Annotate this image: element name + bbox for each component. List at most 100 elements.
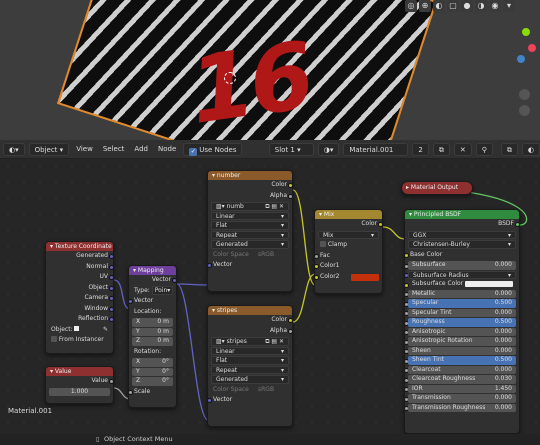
rotation-z-field[interactable]: Z 0° <box>132 377 173 386</box>
clamp-checkbox[interactable]: Clamp <box>315 240 382 251</box>
menu-node[interactable]: Node <box>155 145 179 153</box>
node-principled-bsdf[interactable]: ▾ Principled BSDF BSDF GGX ▾ Christensen-… <box>404 209 520 434</box>
node-editor-canvas[interactable]: ▾ Texture Coordinate Generated Normal UV… <box>0 159 540 434</box>
3d-viewport[interactable]: 16 ◎ ⊕ ◐ ▢ ● ◑ ◉ ▾ <box>0 0 540 140</box>
checkbox-icon[interactable] <box>51 336 57 342</box>
extension-dropdown[interactable]: Repeat ▾ <box>211 365 289 374</box>
socket-icon[interactable] <box>109 264 113 270</box>
shading-options-icon[interactable]: ▾ <box>503 0 515 12</box>
location-z-field[interactable]: Z 0 m <box>132 337 173 346</box>
bsdf-field[interactable]: Specular Tint 0.000 <box>408 308 516 317</box>
fake-user-icon[interactable]: ⧉ <box>432 142 450 156</box>
bsdf-field[interactable]: Metallic 0.000 <box>408 289 516 298</box>
bsdf-field[interactable]: Anisotropic 0.000 <box>408 327 516 336</box>
gizmo-x-axis-icon[interactable] <box>528 44 536 52</box>
node-mix[interactable]: ▾ Mix Color Mix ▾ Clamp Fac Color1 Color2 <box>314 209 383 294</box>
subsurface-method-dropdown[interactable]: Christensen-Burley ▾ <box>408 240 516 249</box>
xray-toggle-icon[interactable]: ▢ <box>447 0 459 12</box>
extension-dropdown[interactable]: Repeat ▾ <box>211 230 289 239</box>
socket-icon[interactable] <box>109 285 113 291</box>
slot-select[interactable]: Slot 1 ▾ <box>268 142 314 156</box>
shading-rendered-icon[interactable]: ◉ <box>489 0 501 12</box>
socket-icon[interactable] <box>172 278 176 283</box>
overlay-toggle-icon[interactable]: ◐ <box>433 0 445 12</box>
bsdf-field[interactable]: IOR 1.450 <box>408 384 516 393</box>
interpolation-dropdown[interactable]: Linear ▾ <box>211 211 289 220</box>
bsdf-field[interactable]: Subsurface Radius ▾ <box>408 270 516 279</box>
object-mode-select[interactable]: Object ▾ <box>28 142 70 156</box>
shading-solid-icon[interactable]: ● <box>461 0 473 12</box>
socket-icon[interactable] <box>208 263 212 268</box>
menu-select[interactable]: Select <box>100 145 128 153</box>
image-selector[interactable]: ▨▾ stripes ⧉ ▤ ✕ <box>211 337 289 346</box>
socket-icon[interactable] <box>405 252 409 258</box>
type-dropdown[interactable]: Poin▾ <box>151 285 174 295</box>
blend-mode-dropdown[interactable]: Mix ▾ <box>318 230 379 239</box>
material-browse-icon[interactable]: ◑▾ <box>317 142 340 156</box>
material-users-count[interactable]: 2 <box>412 142 429 156</box>
subsurface-color-swatch[interactable] <box>465 281 513 287</box>
image-actions-icon[interactable]: ⧉ ▤ ✕ <box>265 338 284 345</box>
socket-icon[interactable] <box>109 296 113 301</box>
source-dropdown[interactable]: Generated ▾ <box>211 375 289 384</box>
object-picker-icon[interactable] <box>74 325 80 331</box>
node-mapping[interactable]: ▾ Mapping Vector Type: Poin▾ Vector Loca… <box>128 265 177 408</box>
rotation-y-field[interactable]: Y 0° <box>132 367 173 376</box>
bsdf-field[interactable]: Transmission Roughness 0.000 <box>408 403 516 412</box>
view-object-types-icon[interactable]: ◎ <box>405 0 417 12</box>
bsdf-field[interactable]: Anisotropic Rotation 0.000 <box>408 337 516 346</box>
pan-icon[interactable] <box>519 105 530 116</box>
bsdf-field[interactable]: Subsurface 0.000 <box>408 261 516 270</box>
bsdf-field[interactable]: Roughness 0.500 <box>408 318 516 327</box>
image-selector[interactable]: ▨▾ numb ⧉ ▤ ✕ <box>211 202 289 211</box>
socket-icon[interactable] <box>288 183 292 188</box>
node-image-stripes[interactable]: ▾ stripes Color Alpha ▨▾ stripes ⧉ ▤ ✕ L… <box>207 305 293 427</box>
socket-icon[interactable] <box>129 389 133 395</box>
socket-icon[interactable] <box>288 193 292 199</box>
node-material-output-collapsed[interactable]: ▸ Material Output <box>401 181 473 195</box>
object-field[interactable]: Object: ✎ <box>46 325 113 336</box>
menu-add[interactable]: Add <box>131 145 151 153</box>
gizmo-y-axis-icon[interactable] <box>522 28 530 36</box>
location-y-field[interactable]: Y 0 m <box>132 327 173 336</box>
gizmo-z-axis-icon[interactable] <box>517 55 525 63</box>
checkbox-icon[interactable] <box>320 241 326 247</box>
location-x-field[interactable]: X 0 m <box>132 318 173 327</box>
projection-dropdown[interactable]: Flat ▾ <box>211 221 289 230</box>
socket-icon[interactable] <box>288 328 292 334</box>
menu-view[interactable]: View <box>73 145 96 153</box>
source-dropdown[interactable]: Generated ▾ <box>211 240 289 249</box>
bsdf-field[interactable]: Transmission 0.000 <box>408 394 516 403</box>
bsdf-field[interactable]: Clearcoat Roughness 0.030 <box>408 375 516 384</box>
image-browse-icon[interactable]: ▨▾ <box>216 338 225 345</box>
socket-icon[interactable] <box>208 398 212 403</box>
material-name-field[interactable]: Material.001 <box>343 142 409 156</box>
snap-icon[interactable]: ⧉ <box>500 142 518 156</box>
bsdf-field[interactable]: Clearcoat 0.000 <box>408 365 516 374</box>
socket-icon[interactable] <box>109 275 113 280</box>
node-image-number[interactable]: ▾ number Color Alpha ▨▾ numb ⧉ ▤ ✕ Linea… <box>207 170 293 292</box>
node-texture-coordinate[interactable]: ▾ Texture Coordinate Generated Normal UV… <box>45 241 114 354</box>
socket-icon[interactable] <box>109 317 113 322</box>
socket-icon[interactable] <box>129 299 133 304</box>
image-actions-icon[interactable]: ⧉ ▤ ✕ <box>265 203 284 210</box>
socket-icon[interactable] <box>378 222 382 227</box>
socket-icon[interactable] <box>109 379 113 384</box>
socket-icon[interactable] <box>515 222 519 227</box>
interpolation-dropdown[interactable]: Linear ▾ <box>211 346 289 355</box>
color2-swatch[interactable] <box>351 273 379 281</box>
socket-icon[interactable] <box>315 274 319 280</box>
bsdf-field[interactable]: Specular 0.500 <box>408 299 516 308</box>
projection-dropdown[interactable]: Flat ▾ <box>211 356 289 365</box>
socket-icon[interactable] <box>109 306 113 312</box>
node-value[interactable]: ▾ Value Value 1.000 <box>45 366 114 404</box>
unlink-icon[interactable]: ✕ <box>453 142 472 156</box>
editor-type-icon[interactable]: ◐▾ <box>3 142 25 156</box>
bsdf-field[interactable]: Sheen Tint 0.500 <box>408 356 516 365</box>
shading-material-icon[interactable]: ◑ <box>475 0 487 12</box>
value-field[interactable]: 1.000 <box>49 387 110 396</box>
gizmo-toggle-icon[interactable]: ⊕ <box>419 0 431 12</box>
use-nodes-toggle[interactable]: ✓ Use Nodes <box>183 142 243 156</box>
bsdf-field[interactable]: Subsurface Color <box>408 280 516 289</box>
socket-icon[interactable] <box>315 253 319 259</box>
